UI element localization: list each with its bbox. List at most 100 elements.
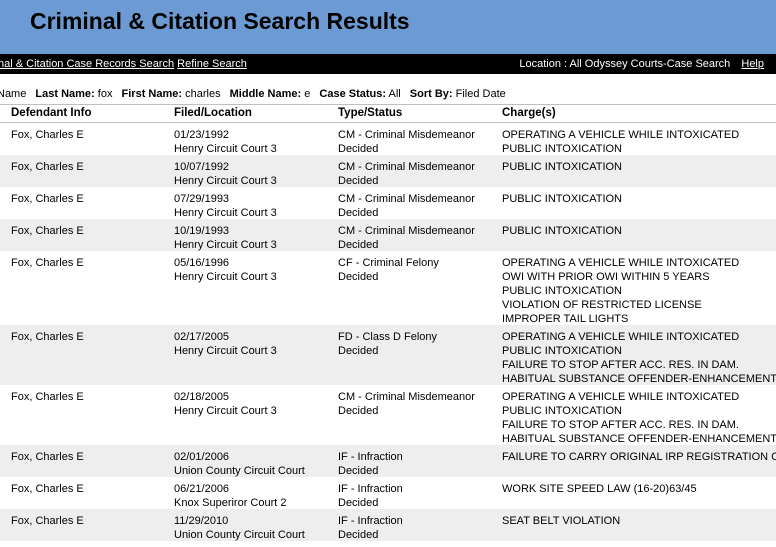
col-type-status: Type/Status (338, 107, 403, 119)
charges-cell-line: FAILURE TO STOP AFTER ACC. RES. IN DAM. (502, 359, 739, 371)
table-row: Fox, Charles E 10/07/1992 Henry Circuit Co… (0, 155, 776, 187)
type-status-cell-line: IF - Infraction (338, 451, 403, 463)
type-status-cell: CM - Criminal Misdemeanor Decided (338, 192, 475, 220)
type-status-cell: CM - Criminal Misdemeanor Decided (338, 390, 475, 418)
charges-cell-line: HABITUAL SUBSTANCE OFFENDER-ENHANCEMENT (502, 433, 776, 445)
filed-location-cell-line: 10/19/1993 (174, 225, 230, 237)
charges-cell-line: OWI WITH PRIOR OWI WITHIN 5 YEARS (502, 271, 710, 283)
type-status-cell: IF - Infraction Decided (338, 450, 403, 478)
filed-location-cell: 02/01/2006 Union County Circuit Court (174, 450, 305, 478)
charges-cell: SEAT BELT VIOLATION (502, 514, 620, 528)
type-status-cell-line: FD - Class D Felony (338, 331, 438, 343)
type-status-cell-line: Decided (338, 271, 379, 283)
defendant-cell-line: Fox, Charles E (11, 331, 84, 343)
last-name-label: Last Name: (35, 88, 95, 100)
filed-location-cell-line: 10/07/1992 (174, 161, 230, 173)
charges-cell: PUBLIC INTOXICATION (502, 224, 622, 238)
charges-cell-line: FAILURE TO STOP AFTER ACC. RES. IN DAM. (502, 419, 739, 431)
page-title: Criminal & Citation Search Results (30, 8, 410, 34)
type-status-cell-line: Decided (338, 239, 379, 251)
nav-bar: nal & Citation Case Records Search Refin… (0, 54, 776, 74)
table-row: Fox, Charles E 11/29/2010 Union County Cir… (0, 509, 776, 541)
filed-location-cell-line: Henry Circuit Court 3 (174, 345, 277, 357)
type-status-cell-line: CM - Criminal Misdemeanor (338, 391, 475, 403)
type-status-cell-line: CM - Criminal Misdemeanor (338, 129, 475, 141)
type-status-cell-line: Decided (338, 143, 379, 155)
type-status-cell-line: Decided (338, 405, 379, 417)
col-defendant-info: Defendant Info (11, 107, 92, 119)
defendant-cell: Fox, Charles E (11, 224, 84, 238)
table-row: Fox, Charles E 02/01/2006 Union County Cir… (0, 445, 776, 477)
case-status-label: Case Status: (319, 88, 387, 100)
table-body: Fox, Charles E 01/23/1992 Henry Circuit Co… (0, 123, 776, 541)
filed-location-cell-line: Henry Circuit Court 3 (174, 239, 277, 251)
table-row: Fox, Charles E 06/21/2006 Knox Superiror C… (0, 477, 776, 509)
charges-cell: OPERATING A VEHICLE WHILE INTOXICATED PUB… (502, 128, 739, 156)
page-header: Criminal & Citation Search Results (0, 0, 776, 54)
nav-right: Location : All Odyssey Courts-Case Searc… (519, 58, 764, 70)
charges-cell: OPERATING A VEHICLE WHILE INTOXICATED PUB… (502, 390, 776, 446)
charges-cell-line: OPERATING A VEHICLE WHILE INTOXICATED (502, 331, 740, 343)
table-row: Fox, Charles E 02/18/2005 Henry Circuit Co… (0, 385, 776, 445)
charges-cell-line: PUBLIC INTOXICATION (502, 405, 623, 417)
location-text: Location : All Odyssey Courts-Case Searc… (519, 58, 731, 70)
table-row: Fox, Charles E 02/17/2005 Henry Circuit Co… (0, 325, 776, 385)
col-charges: Charge(s) (502, 107, 556, 119)
table-row: Fox, Charles E 07/29/1993 Henry Circuit Co… (0, 187, 776, 219)
defendant-cell-line: Fox, Charles E (11, 515, 84, 527)
charges-cell: PUBLIC INTOXICATION (502, 192, 622, 206)
sort-by-label: Sort By: (409, 88, 453, 100)
type-status-cell-line: Decided (338, 175, 379, 187)
filed-location-cell-line: 02/01/2006 (174, 451, 230, 463)
charges-cell-line: OPERATING A VEHICLE WHILE INTOXICATED (502, 129, 740, 141)
charges-cell-line: WORK SITE SPEED LAW (16-20)63/45 (502, 483, 697, 495)
type-status-cell: IF - Infraction Decided (338, 482, 403, 510)
refine-search-link[interactable]: Refine Search (177, 58, 247, 70)
charges-cell-line: VIOLATION OF RESTRICTED LICENSE (502, 299, 702, 311)
table-row: Fox, Charles E 01/23/1992 Henry Circuit Co… (0, 123, 776, 155)
defendant-cell: Fox, Charles E (11, 160, 84, 174)
type-status-cell-line: Decided (338, 207, 379, 219)
defendant-cell-line: Fox, Charles E (11, 391, 84, 403)
help-link[interactable]: Help (741, 58, 764, 70)
type-status-cell: CM - Criminal Misdemeanor Decided (338, 128, 475, 156)
defendant-cell-line: Fox, Charles E (11, 129, 84, 141)
filed-location-cell-line: 02/18/2005 (174, 391, 230, 403)
filed-location-cell-line: Henry Circuit Court 3 (174, 207, 277, 219)
type-status-cell-line: IF - Infraction (338, 483, 403, 495)
type-status-cell-line: CM - Criminal Misdemeanor (338, 161, 475, 173)
charges-cell-line: OPERATING A VEHICLE WHILE INTOXICATED (502, 257, 740, 269)
first-name-label: First Name: (121, 88, 183, 100)
charges-cell: WORK SITE SPEED LAW (16-20)63/45 (502, 482, 697, 496)
type-status-cell: CM - Criminal Misdemeanor Decided (338, 160, 475, 188)
type-status-cell: IF - Infraction Decided (338, 514, 403, 542)
charges-cell: OPERATING A VEHICLE WHILE INTOXICATED OWI… (502, 256, 739, 326)
middle-name-value: e (304, 88, 311, 100)
charges-cell: PUBLIC INTOXICATION (502, 160, 622, 174)
type-status-cell-line: Decided (338, 497, 379, 509)
results-table: Defendant Info Filed/Location Type/Statu… (0, 104, 776, 541)
defendant-cell-line: Fox, Charles E (11, 225, 84, 237)
case-status-value: All (388, 88, 401, 100)
filed-location-cell-line: Henry Circuit Court 3 (174, 175, 277, 187)
filed-location-cell: 05/16/1996 Henry Circuit Court 3 (174, 256, 277, 284)
defendant-cell: Fox, Charles E (11, 482, 84, 496)
filed-location-cell-line: 06/21/2006 (174, 483, 230, 495)
filed-location-cell-line: Union County Circuit Court (174, 529, 305, 541)
charges-cell-line: PUBLIC INTOXICATION (502, 285, 623, 297)
search-criteria: Name Last Name: fox First Name: charles … (0, 88, 506, 100)
charges-cell-line: IMPROPER TAIL LIGHTS (502, 313, 629, 325)
first-name-value: charles (185, 88, 221, 100)
type-status-cell: CM - Criminal Misdemeanor Decided (338, 224, 475, 252)
charges-cell-line: PUBLIC INTOXICATION (502, 143, 623, 155)
type-status-cell-line: CF - Criminal Felony (338, 257, 439, 269)
filed-location-cell-line: 01/23/1992 (174, 129, 230, 141)
type-status-cell: FD - Class D Felony Decided (338, 330, 437, 358)
case-records-search-link[interactable]: nal & Citation Case Records Search (0, 58, 174, 70)
filed-location-cell: 01/23/1992 Henry Circuit Court 3 (174, 128, 277, 156)
filed-location-cell: 10/07/1992 Henry Circuit Court 3 (174, 160, 277, 188)
filed-location-cell: 10/19/1993 Henry Circuit Court 3 (174, 224, 277, 252)
filed-location-cell-line: 02/17/2005 (174, 331, 230, 343)
charges-cell-line: OPERATING A VEHICLE WHILE INTOXICATED (502, 391, 740, 403)
type-status-cell-line: Decided (338, 465, 379, 477)
